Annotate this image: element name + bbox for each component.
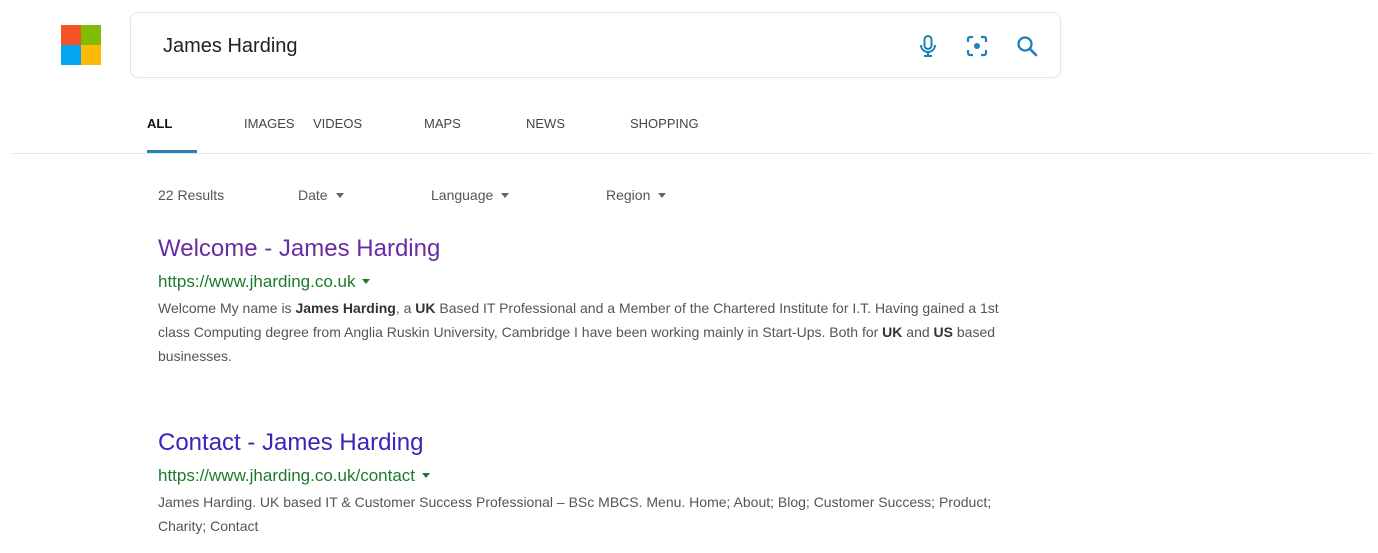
date-filter-label: Date: [298, 187, 328, 203]
tab-all[interactable]: ALL: [147, 116, 197, 153]
vertical-tabs: ALL IMAGES VIDEOS MAPS NEWS SHOPPING: [147, 116, 730, 153]
snippet-text: Welcome My name is: [158, 300, 296, 316]
result-url-text: https://www.jharding.co.uk/contact: [158, 466, 416, 485]
result-url-text: https://www.jharding.co.uk: [158, 272, 356, 291]
search-input[interactable]: [163, 31, 863, 61]
search-results-page: ALL IMAGES VIDEOS MAPS NEWS SHOPPING 22 …: [0, 0, 1378, 553]
result-url[interactable]: https://www.jharding.co.uk/contact: [158, 465, 1018, 487]
microsoft-logo[interactable]: [61, 25, 101, 65]
mic-icon[interactable]: [914, 32, 942, 60]
logo-yellow-square: [81, 45, 101, 65]
search-result: Contact - James Harding https://www.jhar…: [158, 428, 1018, 538]
result-snippet: James Harding. UK based IT & Customer Su…: [158, 490, 1018, 538]
logo-green-square: [81, 25, 101, 45]
result-title-link[interactable]: Contact - James Harding: [158, 428, 423, 458]
tab-images[interactable]: IMAGES: [197, 116, 313, 153]
snippet-highlight: UK: [882, 324, 903, 340]
language-filter[interactable]: Language: [431, 187, 510, 203]
chevron-down-icon: [335, 193, 344, 198]
search-result: Welcome - James Harding https://www.jhar…: [158, 234, 1018, 368]
language-filter-label: Language: [431, 187, 494, 203]
date-filter[interactable]: Date: [298, 187, 344, 203]
tab-shopping[interactable]: SHOPPING: [630, 116, 730, 153]
chevron-down-icon: [501, 193, 510, 198]
snippet-highlight: UK: [415, 300, 436, 316]
search-box: [130, 12, 1061, 78]
tab-news[interactable]: NEWS: [526, 116, 630, 153]
snippet-text: and: [902, 324, 934, 340]
visual-search-icon[interactable]: [963, 32, 991, 60]
results-count: 22 Results: [158, 187, 225, 203]
snippet-highlight: James Harding: [295, 300, 396, 316]
logo-blue-square: [61, 45, 81, 65]
chevron-down-icon[interactable]: [362, 279, 371, 284]
search-icon[interactable]: [1013, 32, 1041, 60]
snippet-text: , a: [395, 300, 416, 316]
logo-red-square: [61, 25, 81, 45]
tabs-divider: [12, 153, 1374, 154]
tab-maps[interactable]: MAPS: [424, 116, 526, 153]
chevron-down-icon: [658, 193, 667, 198]
tab-videos[interactable]: VIDEOS: [313, 116, 424, 153]
result-url[interactable]: https://www.jharding.co.uk: [158, 271, 1018, 293]
chevron-down-icon[interactable]: [422, 473, 431, 478]
snippet-text: James Harding. UK based IT & Customer Su…: [158, 494, 992, 534]
region-filter-label: Region: [606, 187, 651, 203]
region-filter[interactable]: Region: [606, 187, 667, 203]
result-title-link[interactable]: Welcome - James Harding: [158, 234, 440, 264]
snippet-highlight: US: [933, 324, 953, 340]
result-snippet: Welcome My name is James Harding, a UK B…: [158, 296, 1018, 368]
